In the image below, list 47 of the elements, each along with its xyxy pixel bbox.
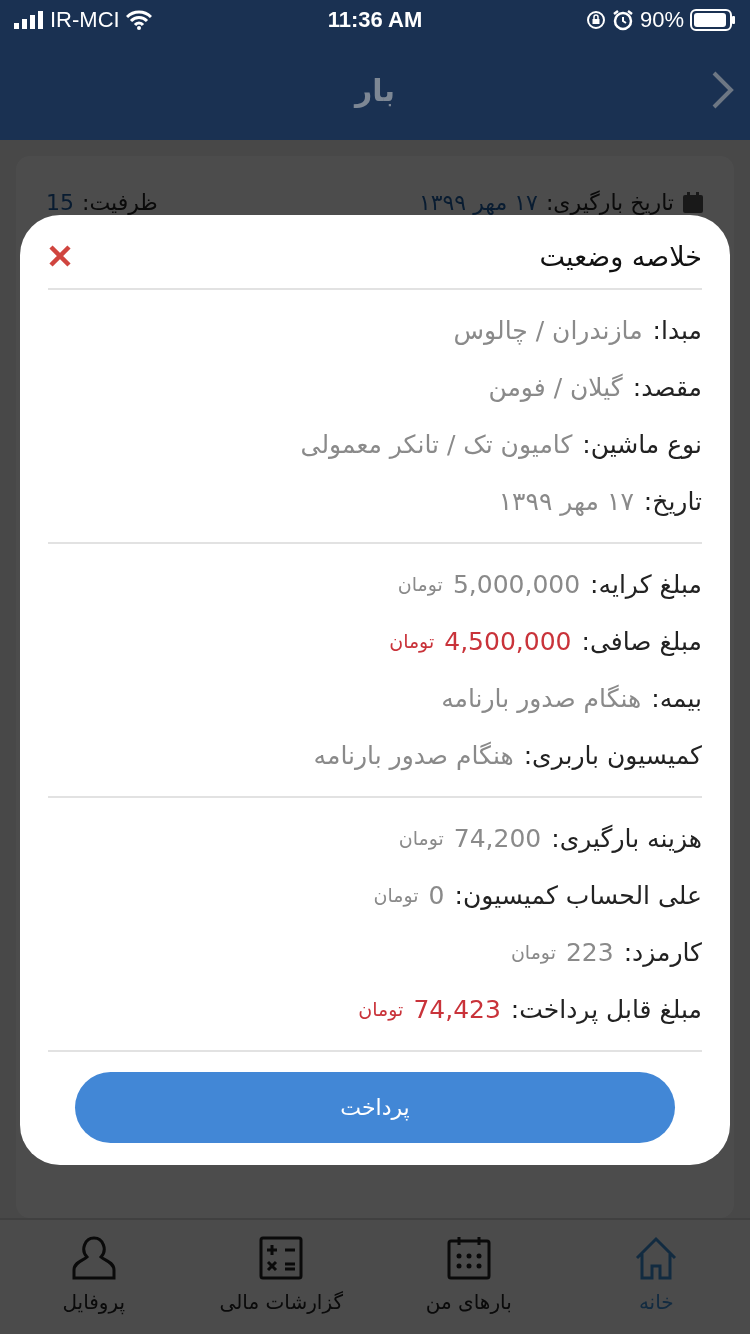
capacity-label: ظرفیت: xyxy=(82,190,158,215)
field-label: نوع ماشین: xyxy=(582,429,702,459)
back-button[interactable] xyxy=(710,70,736,110)
alarm-icon xyxy=(611,9,634,31)
field-value: 5,000,000 xyxy=(452,569,581,599)
wifi-icon xyxy=(125,10,152,30)
field-label: مبلغ کرایه: xyxy=(590,569,702,599)
currency-unit: تومان xyxy=(373,884,419,907)
field-value: هنگام صدور بارنامه xyxy=(441,683,642,713)
field-value: هنگام صدور بارنامه xyxy=(313,740,514,770)
pay-button[interactable]: پرداخت xyxy=(75,1071,675,1143)
field-label: بیمه: xyxy=(651,683,702,713)
field-label: هزینه بارگیری: xyxy=(551,823,702,853)
field-value: 223 xyxy=(565,937,614,967)
field-label: کمیسیون باربری: xyxy=(523,740,702,770)
field-label: مقصد: xyxy=(632,372,702,402)
signal-icon xyxy=(14,11,44,29)
field-label: علی الحساب کمیسیون: xyxy=(454,880,702,910)
field-value: کامیون تک / تانکر معمولی xyxy=(300,429,573,459)
capacity-value: 15 xyxy=(46,190,74,215)
currency-unit: تومان xyxy=(358,998,404,1021)
battery-percent: 90% xyxy=(639,7,684,33)
rotation-lock-icon xyxy=(585,10,606,30)
status-time: 11:36 AM xyxy=(327,7,423,33)
page-title: بار xyxy=(355,72,395,108)
field-value: 0 xyxy=(428,880,445,910)
field-label: کارمزد: xyxy=(623,937,702,967)
field-value: ۱۷ مهر ۱۳۹۹ xyxy=(498,486,634,516)
field-label: مبلغ قابل پرداخت: xyxy=(510,994,702,1024)
field-value: 4,500,000 xyxy=(444,626,572,656)
currency-unit: تومان xyxy=(397,573,443,596)
loading-date: ۱۷ مهر ۱۳۹۹ xyxy=(418,190,538,215)
loading-date-label: تاریخ بارگیری: xyxy=(545,190,674,215)
battery-icon xyxy=(690,9,736,31)
dialog-title: خلاصه وضعیت xyxy=(539,240,702,272)
currency-unit: تومان xyxy=(398,827,444,850)
field-label: تاریخ: xyxy=(643,486,702,516)
carrier-name: IR-MCI xyxy=(50,7,120,33)
field-value: 74,200 xyxy=(453,823,542,853)
currency-unit: تومان xyxy=(389,630,435,653)
currency-unit: تومان xyxy=(510,941,556,964)
field-label: مبلغ صافی: xyxy=(581,626,702,656)
close-button[interactable] xyxy=(48,244,72,269)
field-value: مازندران / چالوس xyxy=(453,315,643,345)
field-label: مبدا: xyxy=(652,315,702,345)
field-value: 74,423 xyxy=(413,994,501,1024)
field-value: گیلان / فومن xyxy=(488,372,623,402)
